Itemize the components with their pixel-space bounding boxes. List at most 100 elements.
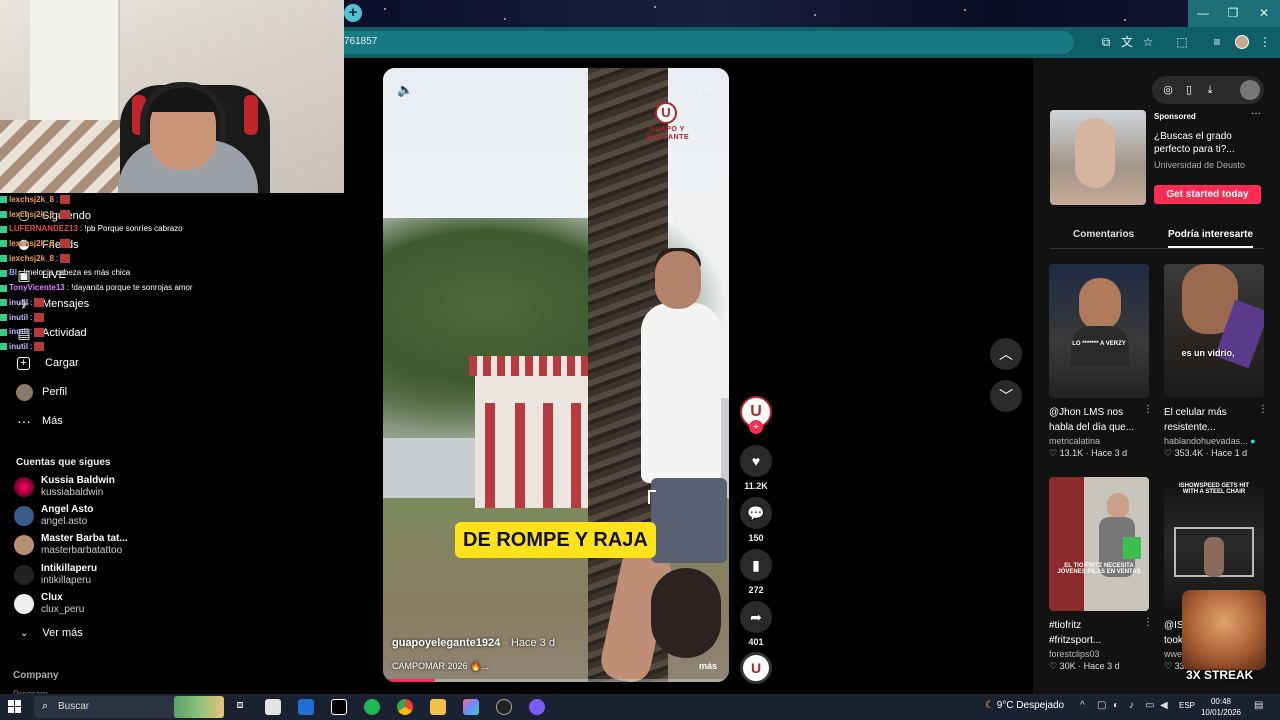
previous-video-button[interactable]: ︿ (990, 338, 1022, 370)
streak-facecam (1182, 590, 1266, 670)
following-account[interactable]: Intikillaperu intikillaperu (14, 560, 97, 590)
tiktok-icon[interactable] (331, 699, 347, 715)
following-account[interactable]: Angel Asto angel.asto (14, 501, 93, 531)
thumbnail-overlay-text: es un vidrio, (1181, 348, 1235, 358)
chat-badge-icon (0, 240, 7, 248)
chat-message: TonyVicente13: !dayanita porque te sonro… (0, 281, 344, 296)
install-app-icon[interactable]: ⧉ (1098, 34, 1114, 50)
extensions-icon[interactable]: ⬚ (1174, 34, 1190, 50)
tab-recommended[interactable]: Podría interesarte (1168, 229, 1254, 248)
card-stats: ♡ 353.4K · Hace 1 d (1164, 448, 1248, 458)
music-disc[interactable]: U (740, 652, 772, 684)
tray-icon[interactable]: ◐ (1113, 700, 1119, 711)
card-likes: 353.4K (1174, 448, 1204, 458)
ad-options-icon[interactable]: ··· (1251, 108, 1261, 119)
share-count: 401 (748, 637, 764, 647)
progress-fill (383, 679, 435, 682)
network-icon[interactable]: ▭ (1145, 700, 1154, 711)
volume-icon[interactable]: ◀ (1160, 700, 1168, 711)
following-account[interactable]: Master Barba tat... masterbarbatattoo (14, 530, 128, 560)
obs-icon[interactable] (496, 699, 512, 715)
nav-profile[interactable]: Perfil (14, 381, 67, 403)
video-player[interactable]: 🔈 ··· U GUAPO Y ELEGANTE DE ROMPE Y RAJA… (383, 68, 729, 682)
copilot-icon[interactable] (463, 699, 479, 715)
store-icon[interactable] (265, 699, 281, 715)
taskbar-search[interactable]: ⌕ Buscar (34, 696, 224, 718)
download-icon[interactable]: ⤓ (1202, 82, 1218, 98)
spotify-icon[interactable] (364, 699, 380, 715)
taskbar: ⌕ Buscar ⧈ ☾ 9°C Despejado ^ ▢ ◐ ♪ ▭ ◀ E… (0, 694, 1280, 720)
chat-badge-icon (0, 255, 7, 263)
panel-toolbar: ◎ ▯ ⤓ (1152, 76, 1264, 104)
app-icon[interactable] (529, 699, 545, 715)
microphone-icon[interactable]: ♪ (1129, 700, 1134, 711)
see-more-button[interactable]: ⌄ Ver más (16, 627, 83, 639)
reading-list-icon[interactable]: ≡ (1209, 34, 1225, 50)
card-likes: 13.1K (1059, 448, 1084, 458)
streak-label: 3X STREAK (1186, 668, 1254, 682)
card-menu-icon[interactable]: ⋮ (1143, 617, 1153, 628)
url-field[interactable] (344, 31, 1074, 54)
more-options-icon[interactable]: ··· (698, 80, 715, 96)
clock[interactable]: 00:48 10/01/2026 (1198, 696, 1244, 718)
company-link[interactable]: Company (13, 670, 59, 681)
card-author: forestclips03 (1049, 649, 1100, 659)
share-button[interactable]: ➦ (740, 601, 772, 633)
heart-outline-icon: ♡ (1164, 448, 1173, 458)
phone-icon[interactable]: ▯ (1181, 82, 1197, 98)
file-explorer-icon[interactable] (430, 699, 446, 715)
language-indicator[interactable]: ESP (1179, 701, 1195, 710)
minimize-button[interactable]: — (1188, 0, 1218, 27)
comment-button[interactable]: 💬 (740, 497, 772, 529)
chat-text: : (30, 341, 33, 351)
tab-comments[interactable]: Comentarios (1073, 229, 1134, 240)
following-account[interactable]: Clux clux_peru (14, 589, 84, 619)
compass-icon[interactable]: ◎ (1160, 82, 1176, 98)
next-video-button[interactable]: ﹀ (990, 380, 1022, 412)
card-menu-icon[interactable]: ⋮ (1143, 404, 1153, 415)
nav-upload[interactable]: + Cargar (14, 352, 79, 374)
windows-start-icon[interactable] (8, 700, 22, 714)
like-button[interactable]: ♥ (740, 445, 772, 477)
task-view-icon[interactable]: ⧈ (232, 699, 248, 715)
bookmark-icon: ▮ (752, 557, 760, 573)
chat-message: lexchsj2k_8: (0, 237, 344, 252)
avatar[interactable] (1240, 80, 1260, 100)
chat-message: Bl: !melocja cabeza es más chica (0, 266, 344, 281)
profile-avatar[interactable] (1235, 35, 1249, 49)
weather-widget[interactable]: ☾ 9°C Despejado (985, 700, 1064, 711)
bookmark-star-icon[interactable]: ☆ (1140, 34, 1156, 50)
card-menu-icon[interactable]: ⋮ (1258, 404, 1268, 415)
expand-description-button[interactable]: más (699, 661, 717, 671)
chat-badge-icon (0, 313, 7, 321)
account-handle: kussiabaldwin (41, 487, 104, 498)
recommended-video-card[interactable]: es un vidrio, El celular más resistente..… (1164, 264, 1268, 459)
restore-button[interactable]: ❐ (1218, 0, 1248, 27)
chat-message: inutil: (0, 296, 344, 311)
ad-cta-button[interactable]: Get started today (1154, 185, 1261, 204)
avatar (14, 506, 34, 526)
save-button[interactable]: ▮ (740, 549, 772, 581)
chat-message: inutil: (0, 325, 344, 340)
follow-plus-icon[interactable]: + (749, 420, 763, 434)
video-author[interactable]: guapoyelegante1924 · Hace 3 d (392, 637, 555, 649)
new-tab-button[interactable]: + (344, 4, 362, 22)
ad-title[interactable]: ¿Buscas el grado perfecto para ti?... (1154, 130, 1254, 156)
chevron-up-icon[interactable]: ^ (1080, 700, 1085, 711)
browser-menu-icon[interactable]: ⋮ (1257, 34, 1273, 50)
weather-text: 9°C Despejado (996, 700, 1065, 711)
volume-icon[interactable]: 🔈 (397, 82, 413, 98)
tray-icon[interactable]: ▢ (1097, 700, 1106, 711)
notifications-icon[interactable]: ▤ (1254, 700, 1263, 711)
screen: + — ❐ ✕ 761857 ⧉ 文 ☆ ⬚ ≡ ⋮ ⚇ Siguiendo ⚉… (0, 0, 1280, 720)
close-window-button[interactable]: ✕ (1248, 0, 1280, 27)
translate-icon[interactable]: 文 (1119, 34, 1135, 50)
recommended-video-card[interactable]: LO ******* A VERZY @Jhon LMS nos habla de… (1049, 264, 1153, 459)
chat-text: : (30, 297, 33, 307)
nav-more[interactable]: ··· Más (14, 410, 63, 432)
chrome-icon[interactable] (397, 699, 413, 715)
recommended-video-card[interactable]: EL TIO FRITZ NECESITA JÓVENES PILAS EN V… (1049, 477, 1153, 672)
following-account[interactable]: Kussia Baldwin kussiabaldwin (14, 472, 115, 502)
outlook-icon[interactable] (298, 699, 314, 715)
video-progress-bar[interactable] (383, 679, 729, 682)
